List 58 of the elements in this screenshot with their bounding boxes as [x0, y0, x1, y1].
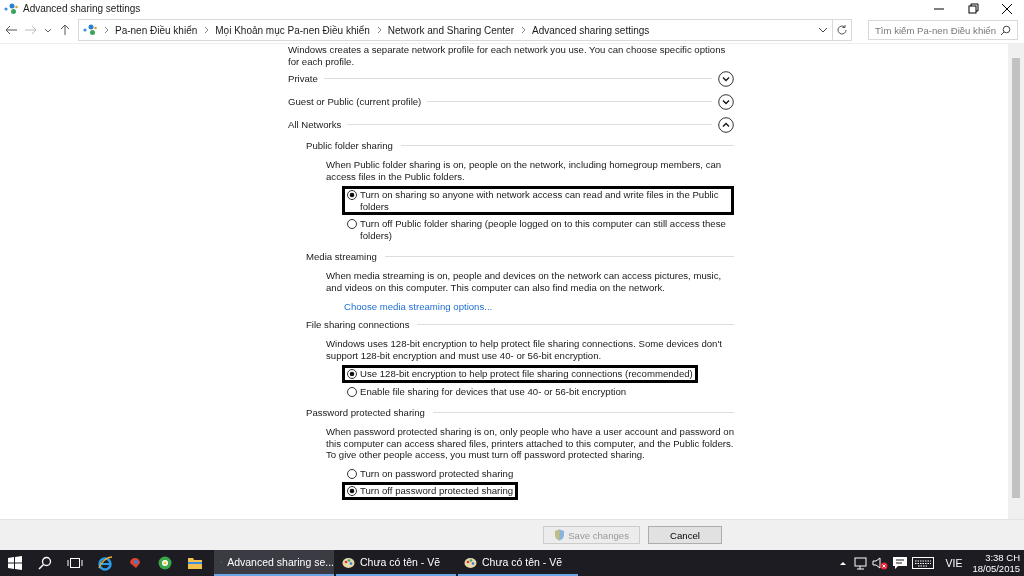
section-description: Windows uses 128-bit encryption to help protect file sharing connections. Some devices don't support 128-bit encryption and must use 40- or 56-bit encryption.	[326, 338, 723, 361]
notification-icon[interactable]	[891, 556, 908, 570]
profile-heading: Guest or Public (current profile)	[288, 96, 422, 107]
chevron-right-icon[interactable]	[375, 26, 382, 34]
section-description: When Public folder sharing is on, people on the network, including homegroup members, can access files in the Public folders.	[326, 159, 723, 182]
shield-icon	[554, 529, 566, 541]
cancel-button[interactable]: Cancel	[648, 526, 722, 544]
section-heading: Password protected sharing	[306, 407, 425, 418]
option-label: Use 128-bit encryption to help protect file sharing connections (recommended)	[360, 368, 693, 380]
task-view-icon[interactable]	[67, 557, 83, 569]
clock[interactable]: 3:38 CH 18/05/2015	[972, 552, 1020, 574]
chevron-right-icon[interactable]	[520, 26, 526, 34]
radio-button[interactable]	[347, 386, 357, 397]
radio-button[interactable]	[347, 190, 357, 200]
start-icon[interactable]	[8, 556, 22, 570]
language-indicator[interactable]: VIE	[945, 557, 963, 569]
radio-button[interactable]	[347, 219, 357, 229]
option-label: Turn off password protected sharing	[360, 485, 514, 497]
radio-button[interactable]	[347, 486, 357, 496]
option-label: Turn on password protected sharing	[360, 467, 514, 479]
section-heading: Public folder sharing	[306, 140, 393, 151]
profile-heading: All Networks	[288, 119, 342, 130]
intro-text: Windows creates a separate network profile for each network you use. You can choose specific options for each profile.	[288, 44, 727, 67]
app-icon[interactable]	[157, 555, 173, 571]
address-field[interactable]: Pa-nen Điều khiển Mọi Khoản mục Pa-nen Điều khiển Network and Sharing Center Advanced sharing settings	[78, 19, 852, 41]
search-icon[interactable]	[38, 556, 52, 570]
radio-button[interactable]	[347, 369, 357, 379]
profile-heading: Private	[288, 73, 318, 84]
section-heading: Media streaming	[306, 251, 377, 262]
collapse-icon[interactable]	[718, 116, 734, 133]
chevron-right-icon[interactable]	[103, 26, 109, 34]
folder-icon[interactable]	[187, 556, 203, 570]
expand-icon[interactable]	[718, 93, 734, 110]
back-icon[interactable]	[4, 24, 18, 36]
option-label: Turn off Public folder sharing (people logged on to this computer can still access these folders)	[360, 218, 727, 241]
browser-icon[interactable]	[97, 555, 113, 571]
search-field[interactable]: Tìm kiếm Pa-nen Điều khiển	[868, 20, 1018, 40]
section-description: When password protected sharing is on, only people who have a user account and password on this computer can access shared files, printers attached to this computer, and the Public folders. To give other people access, you must turn off password protected sharing.	[326, 426, 734, 461]
paint-icon	[342, 555, 355, 569]
taskbar-button[interactable]: Chưa có tên - Vẽ	[336, 550, 456, 576]
chevron-right-icon[interactable]	[203, 26, 210, 34]
option-label: Turn on sharing so anyone with network access can read and write files in the Public folders	[360, 189, 720, 212]
expand-icon[interactable]	[718, 70, 734, 87]
section-description: When media streaming is on, people and devices on the network can access pictures, music, and videos on this computer. This computer can also find media on the network.	[326, 270, 723, 293]
network-monitor-icon[interactable]	[851, 556, 868, 570]
section-heading: File sharing connections	[306, 319, 410, 330]
radio-button[interactable]	[347, 468, 357, 479]
volume-muted-icon[interactable]	[871, 556, 888, 570]
media-streaming-link[interactable]: Choose media streaming options...	[344, 301, 493, 312]
keyboard-icon[interactable]	[911, 557, 934, 569]
window-title: Advanced sharing settings	[23, 3, 142, 14]
paint-icon	[464, 555, 477, 569]
taskbar-button[interactable]: Advanced sharing se...	[214, 550, 334, 576]
taskbar-button[interactable]: Chưa có tên - Vẽ	[458, 550, 578, 576]
scrollbar[interactable]	[1008, 44, 1024, 519]
up-icon[interactable]	[58, 24, 72, 36]
option-label: Enable file sharing for devices that use 40- or 56-bit encryption	[360, 385, 627, 397]
search-icon[interactable]	[1000, 24, 1011, 36]
